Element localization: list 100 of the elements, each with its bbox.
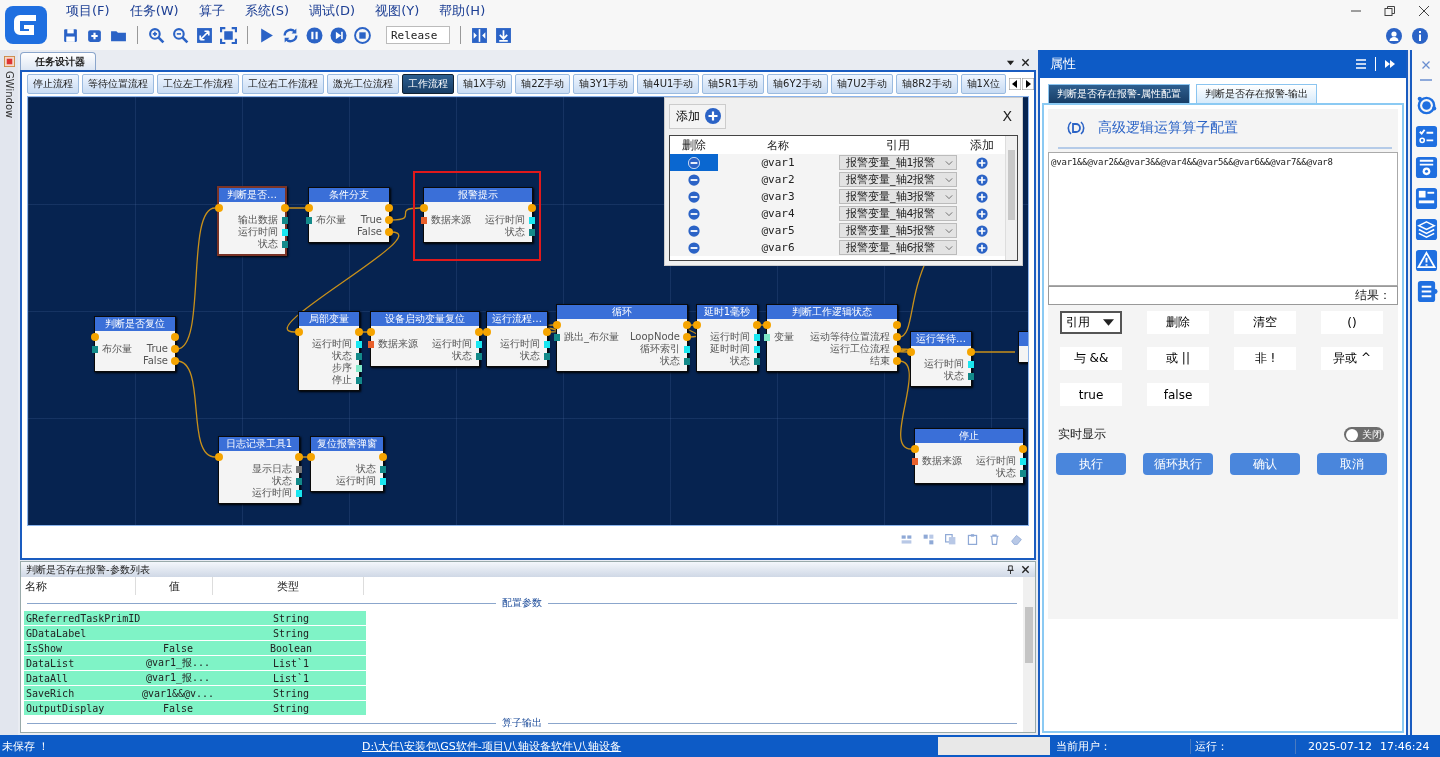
dropdown-icon[interactable] xyxy=(1006,58,1015,67)
play-icon[interactable] xyxy=(258,26,275,44)
port-dot-icon[interactable] xyxy=(893,321,901,329)
port-dot-icon[interactable] xyxy=(483,328,491,336)
port-dot-icon[interactable] xyxy=(753,321,761,329)
port-dot-icon[interactable] xyxy=(281,204,289,212)
caret-icon[interactable] xyxy=(1103,319,1114,326)
reference-dropdown[interactable]: 引用 xyxy=(1060,311,1122,334)
flow-node[interactable]: 设备启动变量复位 数据来源 运行时间 状态 xyxy=(370,311,480,367)
port-dot-icon[interactable] xyxy=(528,204,536,212)
build-config-dropdown[interactable]: Release xyxy=(386,26,450,44)
port-dot-icon[interactable] xyxy=(420,204,428,212)
add-icon[interactable] xyxy=(975,207,988,220)
stop-icon[interactable] xyxy=(354,26,371,44)
port-dot-icon[interactable] xyxy=(171,357,179,365)
zoom-in-icon[interactable] xyxy=(148,26,165,44)
action-button[interactable]: 确认 xyxy=(1230,453,1300,475)
port-dot-icon[interactable] xyxy=(91,333,99,341)
layers-icon[interactable] xyxy=(1414,218,1438,241)
port-dot-icon[interactable] xyxy=(307,453,315,461)
add-icon[interactable] xyxy=(975,173,988,186)
add-icon[interactable] xyxy=(975,190,988,203)
port-dot-icon[interactable] xyxy=(385,228,393,236)
flow-tab[interactable]: 轴7U2手动 xyxy=(830,74,893,94)
port-dot-icon[interactable] xyxy=(683,333,691,341)
settings-list-icon[interactable] xyxy=(1414,156,1438,179)
flow-node[interactable]: 报警提示 数据来源 运行时间 状态 xyxy=(423,187,533,243)
port-dot-icon[interactable] xyxy=(215,453,223,461)
port-dot-icon[interactable] xyxy=(893,333,901,341)
action-button[interactable]: 循环执行 xyxy=(1143,453,1213,475)
operator-button[interactable]: true xyxy=(1060,383,1122,406)
port-dot-icon[interactable] xyxy=(911,445,919,453)
step-icon[interactable] xyxy=(330,26,347,44)
flow-tab[interactable]: 轴5R1手动 xyxy=(702,74,764,94)
port-dot-icon[interactable] xyxy=(693,321,701,329)
operator-button[interactable]: 异或 ^ xyxy=(1321,347,1383,370)
flow-tab[interactable]: 轴6Y2手动 xyxy=(767,74,828,94)
reference-dropdown[interactable]: 报警变量_轴5报警 xyxy=(839,223,957,238)
flow-node[interactable]: 循环 跳出_布尔量 LoopNode 循环索引 状态 xyxy=(556,304,688,372)
checklist-icon[interactable] xyxy=(1414,125,1438,148)
operator-button[interactable]: 或 || xyxy=(1147,347,1209,370)
port-dot-icon[interactable] xyxy=(379,453,387,461)
close-icon[interactable] xyxy=(1418,5,1430,17)
menu-item[interactable]: 系统(S) xyxy=(244,2,290,20)
reference-dropdown[interactable]: 报警变量_轴2报警 xyxy=(839,172,957,187)
fast-forward-icon[interactable] xyxy=(1384,58,1396,70)
property-tab[interactable]: 判断是否存在报警-属性配置 xyxy=(1048,84,1190,103)
menu-item[interactable]: 任务(W) xyxy=(129,2,179,20)
download-icon[interactable] xyxy=(495,26,512,44)
operator-button[interactable]: 清空 xyxy=(1234,311,1296,334)
refresh-icon[interactable] xyxy=(282,26,299,44)
flow-tab[interactable]: 工位右工作流程 xyxy=(242,74,324,94)
operator-button[interactable]: () xyxy=(1321,311,1383,334)
menu-item[interactable]: 帮助(H) xyxy=(439,2,486,20)
add-button[interactable]: 添加 xyxy=(669,103,726,129)
pin-icon[interactable] xyxy=(1006,565,1015,574)
flow-tab[interactable]: 工作流程 xyxy=(402,74,454,94)
remove-icon[interactable] xyxy=(688,224,700,237)
fit-view-icon[interactable] xyxy=(196,26,213,44)
realtime-toggle[interactable]: 关闭 xyxy=(1344,427,1384,442)
delete-cell[interactable] xyxy=(670,154,718,171)
zoom-out-icon[interactable] xyxy=(172,26,189,44)
flow-tab[interactable]: 轴1X位 xyxy=(960,74,1006,94)
port-dot-icon[interactable] xyxy=(385,204,393,212)
port-dot-icon[interactable] xyxy=(171,333,179,341)
port-dot-icon[interactable] xyxy=(367,328,375,336)
remove-icon[interactable] xyxy=(688,190,700,203)
flow-tab[interactable]: 轴2Z手动 xyxy=(515,74,571,94)
flow-node[interactable]: 复位报警弹窗 状态 运行时间 xyxy=(310,436,384,492)
popup-close-button[interactable]: X xyxy=(1002,108,1018,124)
project-path-link[interactable]: D:\大任\安装包\GS软件-项目\八轴设备软件\八轴设备 xyxy=(362,739,622,753)
menu-item[interactable]: 项目(F) xyxy=(66,2,110,20)
close-icon[interactable] xyxy=(1021,565,1030,574)
flow-node[interactable] xyxy=(1018,331,1028,363)
menu-icon[interactable] xyxy=(1355,58,1367,70)
scroll-left-icon[interactable] xyxy=(1008,78,1021,90)
remove-icon[interactable] xyxy=(688,173,700,186)
port-dot-icon[interactable] xyxy=(385,216,393,224)
add-icon[interactable] xyxy=(975,241,988,254)
flow-tab[interactable]: 停止流程 xyxy=(27,74,79,94)
remove-icon[interactable] xyxy=(688,156,700,169)
port-dot-icon[interactable] xyxy=(893,345,901,353)
expression-field[interactable]: @var1&&@var2&&@var3&&@var4&&@var5&&@var6&&@var7&&@var8 xyxy=(1048,152,1398,286)
port-dot-icon[interactable] xyxy=(171,345,179,353)
save-icon[interactable] xyxy=(62,26,79,44)
operator-button[interactable]: 与 && xyxy=(1060,347,1122,370)
port-dot-icon[interactable] xyxy=(355,328,363,336)
scrollbar[interactable] xyxy=(1005,136,1017,260)
warning-icon[interactable] xyxy=(1414,249,1438,272)
operator-button[interactable]: false xyxy=(1147,383,1209,406)
port-dot-icon[interactable] xyxy=(907,348,915,356)
operator-button[interactable]: 删除 xyxy=(1147,311,1209,334)
port-dot-icon[interactable] xyxy=(475,328,483,336)
port-dot-icon[interactable] xyxy=(553,321,561,329)
scrollbar[interactable] xyxy=(1023,577,1035,732)
flow-node[interactable]: 运行流程… 运行时间 状态 xyxy=(486,311,548,367)
remove-icon[interactable] xyxy=(688,241,700,254)
flow-tab[interactable]: 轴3Y1手动 xyxy=(573,74,635,94)
flow-tab[interactable]: 轴8R2手动 xyxy=(895,74,958,94)
reference-dropdown[interactable]: 报警变量_轴6报警 xyxy=(839,240,957,255)
